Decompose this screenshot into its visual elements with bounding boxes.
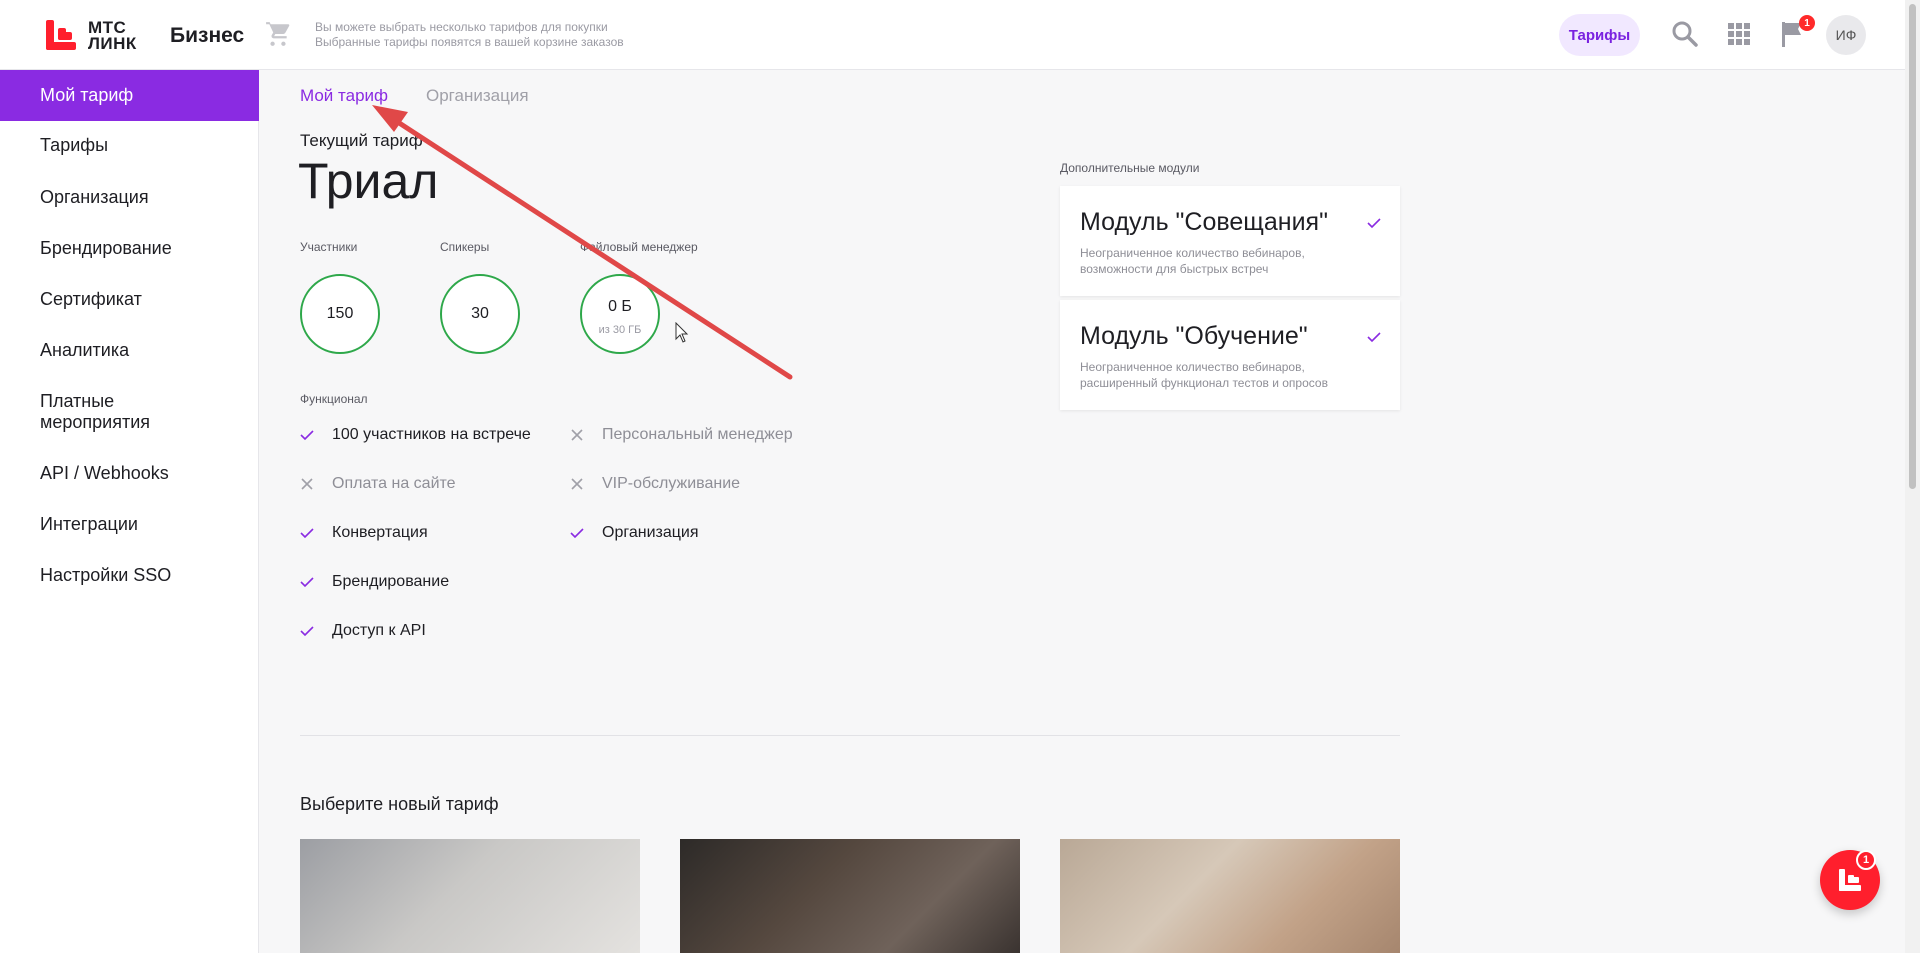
sidebar-item-organization[interactable]: Организация [0, 187, 259, 208]
check-icon [1367, 218, 1381, 229]
stat-speakers: 30 [440, 274, 520, 354]
cross-icon [571, 478, 583, 490]
stat-file-manager: 0 Б из 30 ГБ [580, 274, 660, 354]
stat-value: 150 [326, 305, 354, 322]
tariffs-button[interactable]: Тарифы [1559, 14, 1640, 56]
sidebar-item-integrations[interactable]: Интеграции [0, 514, 259, 535]
check-icon [570, 528, 584, 539]
sidebar-item-branding[interactable]: Брендирование [0, 238, 259, 259]
feature-item: Оплата на сайте [300, 475, 456, 493]
chat-logo-icon [1839, 869, 1861, 891]
tab-my-plan[interactable]: Мой тариф [300, 86, 388, 106]
feature-item: Конвертация [300, 524, 428, 542]
plan-card-image[interactable] [680, 839, 1020, 953]
stat-value: 30 [471, 305, 489, 322]
feature-label: Оплата на сайте [332, 475, 456, 492]
chat-badge: 1 [1856, 850, 1876, 870]
feature-item: Брендирование [300, 573, 449, 591]
feature-item: Доступ к API [300, 622, 426, 640]
cart-icon[interactable] [265, 21, 291, 47]
feature-label: Организация [602, 524, 699, 541]
stat-label-file-manager: Файловый менеджер [580, 240, 698, 254]
plan-card-image[interactable] [1060, 839, 1400, 953]
section-divider [300, 735, 1400, 736]
feature-item: 100 участников на встрече [300, 426, 531, 444]
mouse-cursor-icon [675, 322, 689, 343]
stat-value: 0 Б [608, 298, 632, 315]
check-icon [1367, 332, 1381, 343]
stat-label-participants: Участники [300, 240, 358, 254]
module-desc: Неограниченное количество вебинаров, воз… [1080, 246, 1305, 276]
check-icon [300, 528, 314, 539]
sidebar-item-analytics[interactable]: Аналитика [0, 340, 259, 361]
sidebar-item-api-webhooks[interactable]: API / Webhooks [0, 463, 259, 484]
module-name: Модуль "Обучение" [1080, 322, 1308, 350]
module-desc: Неограниченное количество вебинаров, рас… [1080, 360, 1328, 390]
annotation-arrow [372, 105, 793, 380]
mts-link-logo[interactable] [46, 20, 76, 50]
cart-hint: Вы можете выбрать несколько тарифов для … [315, 20, 624, 49]
top-header: МТС ЛИНК Бизнес Вы можете выбрать нескол… [0, 0, 1905, 70]
plan-name: Триал [298, 153, 439, 209]
feature-label: Персональный менеджер [602, 426, 793, 443]
tab-organization[interactable]: Организация [426, 86, 529, 106]
plan-card-image[interactable] [300, 839, 640, 953]
logo-text: МТС ЛИНК [88, 18, 137, 53]
feature-label: Брендирование [332, 573, 450, 590]
sidebar: Мой тариф Тарифы Организация Брендирован… [0, 70, 259, 953]
check-icon [300, 626, 314, 637]
cross-icon [571, 429, 583, 441]
module-card-learning[interactable]: Модуль "Обучение" Неограниченное количес… [1060, 300, 1400, 410]
sidebar-item-paid-events[interactable]: Платные мероприятия [0, 391, 200, 433]
avatar[interactable]: ИФ [1826, 15, 1866, 55]
scrollbar-thumb[interactable] [1909, 4, 1916, 489]
stat-participants: 150 [300, 274, 380, 354]
module-name: Модуль "Совещания" [1080, 208, 1328, 236]
feature-label: Конвертация [332, 524, 428, 541]
check-icon [300, 430, 314, 441]
feature-item: Организация [570, 524, 699, 542]
brand-title: Бизнес [170, 24, 245, 47]
apps-grid-icon[interactable] [1724, 19, 1754, 49]
sidebar-item-certificate[interactable]: Сертификат [0, 289, 259, 310]
module-card-meetings[interactable]: Модуль "Совещания" Неограниченное количе… [1060, 186, 1400, 296]
notifications-badge: 1 [1799, 15, 1815, 31]
modules-title: Дополнительные модули [1060, 161, 1200, 175]
feature-item: VIP-обслуживание [570, 475, 740, 493]
feature-item: Персональный менеджер [570, 426, 793, 444]
current-plan-label: Текущий тариф [300, 131, 423, 150]
feature-label: 100 участников на встрече [332, 426, 531, 443]
page-scrollbar[interactable] [1905, 0, 1920, 953]
features-label: Функционал [300, 392, 368, 406]
feature-label: VIP-обслуживание [602, 475, 741, 492]
stat-label-speakers: Спикеры [440, 240, 490, 254]
sidebar-item-my-plan[interactable]: Мой тариф [0, 70, 259, 121]
choose-plan-title: Выберите новый тариф [300, 794, 499, 814]
sidebar-item-sso-settings[interactable]: Настройки SSO [0, 565, 259, 586]
search-icon[interactable] [1670, 19, 1700, 49]
check-icon [300, 577, 314, 588]
stat-sub: из 30 ГБ [598, 324, 642, 336]
sidebar-item-tariffs[interactable]: Тарифы [0, 135, 259, 156]
cross-icon [301, 478, 313, 490]
feature-label: Доступ к API [332, 622, 426, 639]
